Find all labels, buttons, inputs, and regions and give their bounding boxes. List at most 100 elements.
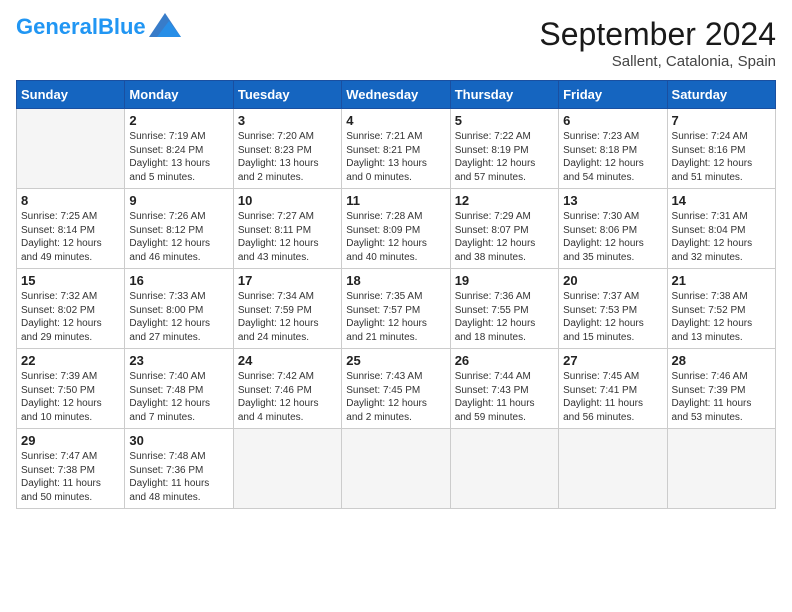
calendar-cell: 12 Sunrise: 7:29 AM Sunset: 8:07 PM Dayli… [450,189,558,269]
day-number: 11 [346,193,445,208]
day-number: 23 [129,353,228,368]
title-section: September 2024 Sallent, Catalonia, Spain [539,16,776,70]
calendar-cell: 9 Sunrise: 7:26 AM Sunset: 8:12 PM Daylig… [125,189,233,269]
month-title: September 2024 [539,16,776,53]
location: Sallent, Catalonia, Spain [539,53,776,70]
day-number: 13 [563,193,662,208]
calendar-cell: 27 Sunrise: 7:45 AM Sunset: 7:41 PM Dayli… [559,349,667,429]
col-header-sunday: Sunday [17,81,125,109]
day-number: 19 [455,273,554,288]
logo-text: GeneralBlue [16,16,146,38]
day-info: Sunrise: 7:37 AM Sunset: 7:53 PM Dayligh… [563,290,662,344]
day-number: 27 [563,353,662,368]
calendar-week-5: 29 Sunrise: 7:47 AM Sunset: 7:38 PM Dayli… [17,429,776,509]
col-header-tuesday: Tuesday [233,81,341,109]
calendar-cell: 26 Sunrise: 7:44 AM Sunset: 7:43 PM Dayli… [450,349,558,429]
day-number: 30 [129,433,228,448]
day-info: Sunrise: 7:47 AM Sunset: 7:38 PM Dayligh… [21,450,120,504]
day-info: Sunrise: 7:48 AM Sunset: 7:36 PM Dayligh… [129,450,228,504]
day-number: 6 [563,113,662,128]
col-header-wednesday: Wednesday [342,81,450,109]
day-number: 8 [21,193,120,208]
calendar-cell: 22 Sunrise: 7:39 AM Sunset: 7:50 PM Dayli… [17,349,125,429]
calendar-cell: 11 Sunrise: 7:28 AM Sunset: 8:09 PM Dayli… [342,189,450,269]
day-info: Sunrise: 7:32 AM Sunset: 8:02 PM Dayligh… [21,290,120,344]
calendar-cell: 28 Sunrise: 7:46 AM Sunset: 7:39 PM Dayli… [667,349,775,429]
day-info: Sunrise: 7:38 AM Sunset: 7:52 PM Dayligh… [672,290,771,344]
calendar-cell: 20Sunrise: 7:37 AM Sunset: 7:53 PM Dayli… [559,269,667,349]
calendar-cell: 29 Sunrise: 7:47 AM Sunset: 7:38 PM Dayli… [17,429,125,509]
day-number: 21 [672,273,771,288]
header: GeneralBlue September 2024 Sallent, Cata… [16,16,776,70]
calendar-cell [667,429,775,509]
day-info: Sunrise: 7:23 AM Sunset: 8:18 PM Dayligh… [563,130,662,184]
day-number: 24 [238,353,337,368]
logo: GeneralBlue [16,16,181,38]
day-info: Sunrise: 7:46 AM Sunset: 7:39 PM Dayligh… [672,370,771,424]
day-info: Sunrise: 7:20 AM Sunset: 8:23 PM Dayligh… [238,130,337,184]
calendar-cell: 8 Sunrise: 7:25 AM Sunset: 8:14 PM Daylig… [17,189,125,269]
calendar-cell: 17Sunrise: 7:34 AM Sunset: 7:59 PM Dayli… [233,269,341,349]
day-number: 2 [129,113,228,128]
day-number: 3 [238,113,337,128]
day-info: Sunrise: 7:30 AM Sunset: 8:06 PM Dayligh… [563,210,662,264]
calendar-table: SundayMondayTuesdayWednesdayThursdayFrid… [16,80,776,509]
day-info: Sunrise: 7:21 AM Sunset: 8:21 PM Dayligh… [346,130,445,184]
day-number: 12 [455,193,554,208]
day-info: Sunrise: 7:34 AM Sunset: 7:59 PM Dayligh… [238,290,337,344]
calendar-cell: 15 Sunrise: 7:32 AM Sunset: 8:02 PM Dayli… [17,269,125,349]
calendar-week-4: 22 Sunrise: 7:39 AM Sunset: 7:50 PM Dayli… [17,349,776,429]
day-info: Sunrise: 7:39 AM Sunset: 7:50 PM Dayligh… [21,370,120,424]
day-info: Sunrise: 7:28 AM Sunset: 8:09 PM Dayligh… [346,210,445,264]
day-number: 16 [129,273,228,288]
day-number: 4 [346,113,445,128]
calendar-cell: 7Sunrise: 7:24 AM Sunset: 8:16 PM Daylig… [667,109,775,189]
calendar-cell [450,429,558,509]
day-info: Sunrise: 7:31 AM Sunset: 8:04 PM Dayligh… [672,210,771,264]
day-info: Sunrise: 7:25 AM Sunset: 8:14 PM Dayligh… [21,210,120,264]
day-info: Sunrise: 7:22 AM Sunset: 8:19 PM Dayligh… [455,130,554,184]
day-number: 25 [346,353,445,368]
calendar-cell: 2Sunrise: 7:19 AM Sunset: 8:24 PM Daylig… [125,109,233,189]
calendar-cell: 13 Sunrise: 7:30 AM Sunset: 8:06 PM Dayli… [559,189,667,269]
day-number: 14 [672,193,771,208]
day-info: Sunrise: 7:35 AM Sunset: 7:57 PM Dayligh… [346,290,445,344]
col-header-saturday: Saturday [667,81,775,109]
day-info: Sunrise: 7:43 AM Sunset: 7:45 PM Dayligh… [346,370,445,424]
day-number: 5 [455,113,554,128]
day-number: 26 [455,353,554,368]
day-info: Sunrise: 7:45 AM Sunset: 7:41 PM Dayligh… [563,370,662,424]
logo-general: General [16,14,98,39]
day-info: Sunrise: 7:42 AM Sunset: 7:46 PM Dayligh… [238,370,337,424]
day-info: Sunrise: 7:44 AM Sunset: 7:43 PM Dayligh… [455,370,554,424]
day-number: 7 [672,113,771,128]
day-number: 18 [346,273,445,288]
calendar-week-3: 15 Sunrise: 7:32 AM Sunset: 8:02 PM Dayli… [17,269,776,349]
calendar-cell: 18 Sunrise: 7:35 AM Sunset: 7:57 PM Dayli… [342,269,450,349]
calendar-cell: 4 Sunrise: 7:21 AM Sunset: 8:21 PM Daylig… [342,109,450,189]
logo-icon [149,13,181,37]
page-container: GeneralBlue September 2024 Sallent, Cata… [0,0,792,517]
day-number: 15 [21,273,120,288]
col-header-friday: Friday [559,81,667,109]
calendar-week-2: 8 Sunrise: 7:25 AM Sunset: 8:14 PM Daylig… [17,189,776,269]
calendar-cell: 23 Sunrise: 7:40 AM Sunset: 7:48 PM Dayli… [125,349,233,429]
calendar-cell: 6 Sunrise: 7:23 AM Sunset: 8:18 PM Daylig… [559,109,667,189]
calendar-cell [233,429,341,509]
day-info: Sunrise: 7:29 AM Sunset: 8:07 PM Dayligh… [455,210,554,264]
day-number: 29 [21,433,120,448]
col-header-thursday: Thursday [450,81,558,109]
calendar-cell: 25 Sunrise: 7:43 AM Sunset: 7:45 PM Dayli… [342,349,450,429]
day-info: Sunrise: 7:40 AM Sunset: 7:48 PM Dayligh… [129,370,228,424]
calendar-cell: 16Sunrise: 7:33 AM Sunset: 8:00 PM Dayli… [125,269,233,349]
day-number: 28 [672,353,771,368]
calendar-cell [17,109,125,189]
day-number: 10 [238,193,337,208]
calendar-cell: 19Sunrise: 7:36 AM Sunset: 7:55 PM Dayli… [450,269,558,349]
day-number: 9 [129,193,228,208]
col-header-monday: Monday [125,81,233,109]
day-info: Sunrise: 7:26 AM Sunset: 8:12 PM Dayligh… [129,210,228,264]
day-number: 22 [21,353,120,368]
calendar-cell: 24 Sunrise: 7:42 AM Sunset: 7:46 PM Dayli… [233,349,341,429]
calendar-cell [559,429,667,509]
